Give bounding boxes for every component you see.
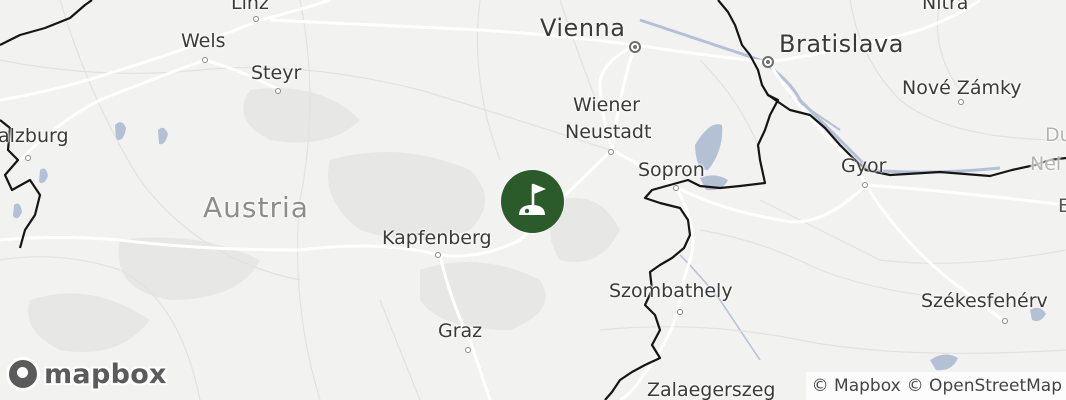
country-label-austria: Austria (203, 191, 309, 224)
mapbox-logo-text: mapbox (44, 358, 167, 390)
city-label-linz: Linz (231, 0, 269, 14)
city-label-dunajska-1: Du (1045, 124, 1066, 146)
attribution-mapbox-link[interactable]: © Mapbox (812, 376, 901, 396)
golf-course-marker[interactable] (501, 170, 564, 233)
map-canvas[interactable]: Linz Nitra Vienna Bratislava Wels Steyr … (0, 0, 1066, 400)
city-label-nitra: Nitra (922, 0, 969, 14)
linz-dot (253, 16, 259, 22)
szombathely-dot (677, 309, 683, 315)
city-label-gyor: Gyor (841, 155, 887, 177)
city-label-wels: Wels (181, 30, 226, 52)
attribution-osm-link[interactable]: © OpenStreetMap (907, 376, 1062, 396)
steyr-dot (275, 88, 281, 94)
city-label-szekesfehervar: Székesfehérv (921, 290, 1048, 312)
city-label-bratislava: Bratislava (779, 30, 904, 58)
city-label-dunajska-2: Nei (1030, 153, 1062, 175)
wiener-neustadt-dot (608, 149, 614, 155)
vienna-capital-dot (629, 41, 641, 53)
city-label-zalaegerszeg: Zalaegerszeg (647, 379, 776, 400)
kapfenberg-dot (435, 252, 441, 258)
city-label-salzburg: alzburg (0, 125, 69, 147)
wels-dot (202, 57, 208, 63)
golf-flag-icon (519, 183, 546, 215)
mapbox-logo-icon (6, 357, 40, 391)
city-label-graz: Graz (438, 320, 483, 342)
city-label-szombathely: Szombathely (609, 280, 733, 302)
graz-dot (465, 347, 471, 353)
city-label-kapfenberg: Kapfenberg (382, 227, 492, 249)
city-label-vienna: Vienna (540, 14, 626, 42)
city-label-nove-zamky: Nové Zámky (902, 77, 1022, 99)
city-label-edge-e: E (1058, 195, 1066, 217)
szekesfehervar-dot (1002, 318, 1008, 324)
salzburg-dot (25, 155, 31, 161)
city-label-steyr: Steyr (251, 62, 302, 84)
gyor-dot (862, 182, 868, 188)
nove-zamky-dot (958, 99, 964, 105)
mapbox-logo[interactable]: mapbox (6, 356, 167, 392)
city-label-wiener: Wiener (573, 94, 640, 116)
map-attribution: © Mapbox © OpenStreetMap (805, 372, 1066, 400)
sopron-dot (673, 185, 679, 191)
city-label-sopron: Sopron (638, 159, 705, 181)
bratislava-capital-dot (762, 56, 774, 68)
city-label-neustadt: Neustadt (565, 121, 652, 143)
